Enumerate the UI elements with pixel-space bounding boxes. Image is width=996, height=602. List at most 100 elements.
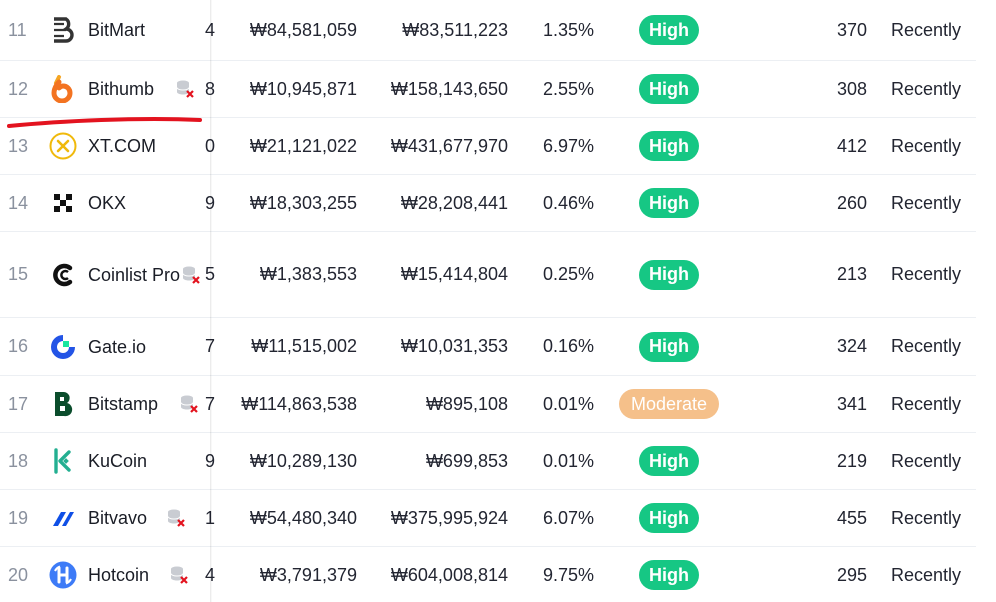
updated-text: Recently xyxy=(891,564,962,585)
liquidity-badge: High xyxy=(639,331,699,362)
liquidity-badge: High xyxy=(639,446,699,476)
truncated-cell: 9 xyxy=(203,175,215,231)
table-row[interactable]: 15 Coinlist Pro 5 ₩1,383,553 ₩15,414,804… xyxy=(0,232,976,318)
markets-count: 308 xyxy=(836,78,867,99)
exchange-name-link[interactable]: BitMart xyxy=(88,0,174,60)
volume-percent: 1.35% xyxy=(542,19,594,40)
updated-text: Recently xyxy=(891,264,962,284)
markets-count: 324 xyxy=(836,336,867,356)
rank: 15 xyxy=(8,264,29,284)
updated-text: Recently xyxy=(891,19,962,40)
truncated-cell: 1 xyxy=(203,490,215,546)
volume-value: ₩18,303,255 xyxy=(249,192,357,213)
rank: 14 xyxy=(8,192,29,213)
volume-value: ₩1,383,553 xyxy=(259,264,357,284)
depth-value: ₩375,995,924 xyxy=(390,507,508,528)
volume-percent: 2.55% xyxy=(542,78,594,99)
markets-count: 260 xyxy=(836,192,867,213)
liquidity-badge: High xyxy=(639,74,699,104)
bitvavo-logo-icon xyxy=(48,490,78,546)
liquidity-badge: High xyxy=(639,188,699,218)
liquidity-badge: High xyxy=(639,560,699,590)
rank: 19 xyxy=(8,507,29,528)
volume-value: ₩84,581,059 xyxy=(249,19,357,40)
truncated-cell: 7 xyxy=(203,376,215,432)
updated-text: Recently xyxy=(891,507,962,528)
depth-value: ₩431,677,970 xyxy=(390,135,508,156)
coinlist-logo-icon xyxy=(48,232,78,317)
liquidity-badge: High xyxy=(639,131,699,161)
rank: 17 xyxy=(8,393,29,414)
table-row[interactable]: 11 BitMart 4 ₩84,581,059 ₩83,511,223 1.3… xyxy=(0,0,976,61)
truncated-cell: 7 xyxy=(203,318,215,375)
volume-value: ₩3,791,379 xyxy=(259,564,357,585)
depth-value: ₩699,853 xyxy=(425,450,508,471)
exchange-name-link[interactable]: Hotcoin xyxy=(88,547,174,602)
depth-value: ₩158,143,650 xyxy=(390,78,508,99)
exchange-name-link[interactable]: Gate.io xyxy=(88,318,174,375)
truncated-cell: 5 xyxy=(203,232,215,317)
sticky-column-shadow xyxy=(210,0,212,602)
red-underline-annotation xyxy=(0,108,210,132)
exchange-name-link[interactable]: KuCoin xyxy=(88,433,174,489)
table-row[interactable]: 19 Bitvavo 1 ₩54,480,340 ₩375,995,924 6.… xyxy=(0,490,976,547)
volume-value: ₩10,945,871 xyxy=(249,78,357,99)
depth-value: ₩83,511,223 xyxy=(402,19,508,40)
volume-percent: 0.25% xyxy=(542,264,594,284)
bitstamp-logo-icon xyxy=(48,376,78,432)
depth-value: ₩604,008,814 xyxy=(390,564,508,585)
truncated-cell: 4 xyxy=(203,547,215,602)
volume-value: ₩114,863,538 xyxy=(241,393,357,414)
markets-count: 219 xyxy=(836,450,867,471)
unverified-data-icon[interactable] xyxy=(176,376,202,432)
volume-value: ₩11,515,002 xyxy=(251,336,357,356)
updated-text: Recently xyxy=(891,393,962,414)
volume-percent: 6.07% xyxy=(542,507,594,528)
hotcoin-logo-icon xyxy=(48,547,78,602)
rank: 18 xyxy=(8,450,29,471)
updated-text: Recently xyxy=(891,192,962,213)
depth-value: ₩15,414,804 xyxy=(400,264,508,284)
markets-count: 341 xyxy=(836,393,867,414)
volume-percent: 0.01% xyxy=(542,393,594,414)
updated-text: Recently xyxy=(891,336,962,356)
table-row[interactable]: 20 Hotcoin 4 ₩3,791,379 ₩604,008,814 9.7… xyxy=(0,547,976,602)
exchange-name-link[interactable]: OKX xyxy=(88,175,174,231)
truncated-cell: 9 xyxy=(203,433,215,489)
updated-text: Recently xyxy=(891,450,962,471)
table-row[interactable]: 17 Bitstamp 7 ₩114,863,538 ₩895,108 0.01… xyxy=(0,376,976,433)
liquidity-badge: High xyxy=(639,15,699,45)
unverified-data-icon[interactable] xyxy=(166,547,192,602)
volume-value: ₩10,289,130 xyxy=(249,450,357,471)
volume-percent: 6.97% xyxy=(542,135,594,156)
liquidity-badge: High xyxy=(639,503,699,533)
updated-text: Recently xyxy=(891,78,962,99)
table-row[interactable]: 14 OKX 9 ₩18,303,255 ₩28,208,441 0.46% H… xyxy=(0,175,976,232)
exchange-name-link[interactable]: Bitstamp xyxy=(88,376,174,432)
markets-count: 412 xyxy=(836,135,867,156)
exchange-name-link[interactable]: Coinlist Pro xyxy=(88,232,180,317)
markets-count: 213 xyxy=(836,264,867,284)
markets-count: 295 xyxy=(836,564,867,585)
depth-value: ₩28,208,441 xyxy=(400,192,508,213)
volume-percent: 0.46% xyxy=(542,192,594,213)
volume-value: ₩21,121,022 xyxy=(249,135,357,156)
unverified-data-icon[interactable] xyxy=(178,232,204,317)
exchange-name-link[interactable]: Bitvavo xyxy=(88,490,174,546)
depth-value: ₩895,108 xyxy=(425,393,508,414)
volume-percent: 0.16% xyxy=(542,336,594,356)
depth-value: ₩10,031,353 xyxy=(400,336,508,356)
rank: 16 xyxy=(8,336,29,356)
table-row[interactable]: 18 KuCoin 9 ₩10,289,130 ₩699,853 0.01% H… xyxy=(0,433,976,490)
markets-count: 370 xyxy=(836,19,867,40)
table-row[interactable]: 16 Gate.io 7 ₩11,515,002 ₩10,031,353 0.1… xyxy=(0,318,976,376)
okx-logo-icon xyxy=(48,175,78,231)
liquidity-badge: Moderate xyxy=(619,389,719,419)
markets-count: 455 xyxy=(836,507,867,528)
volume-percent: 0.01% xyxy=(542,450,594,471)
unverified-data-icon[interactable] xyxy=(163,490,189,546)
exchange-table: 11 BitMart 4 ₩84,581,059 ₩83,511,223 1.3… xyxy=(0,0,976,602)
rank: 20 xyxy=(8,564,29,585)
liquidity-badge: High xyxy=(639,259,699,290)
volume-value: ₩54,480,340 xyxy=(249,507,357,528)
